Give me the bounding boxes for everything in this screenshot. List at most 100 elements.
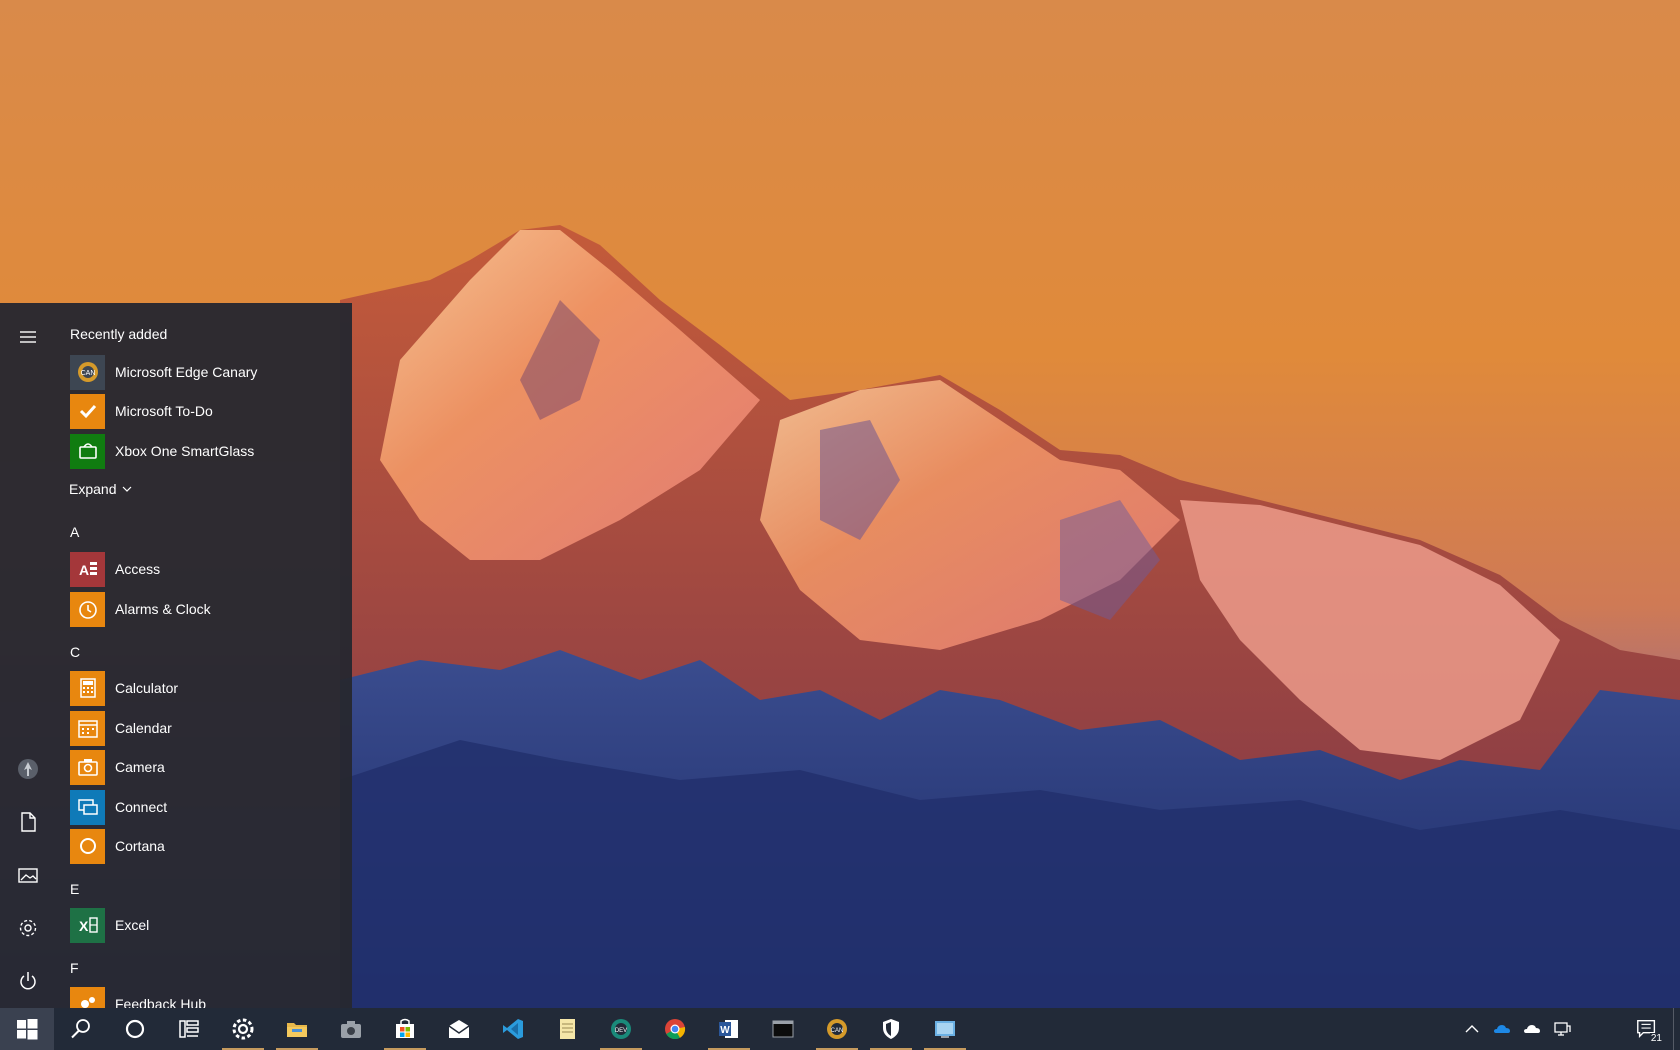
taskbar-word[interactable]: W (702, 1008, 756, 1050)
cortana-icon (70, 828, 105, 864)
taskbar-edge-dev[interactable]: DEV (594, 1008, 648, 1050)
power-icon[interactable] (0, 956, 56, 1006)
svg-text:CAN: CAN (831, 1028, 844, 1034)
app-item-alarms[interactable]: Alarms & Clock (70, 590, 340, 628)
taskbar-notepad[interactable] (540, 1008, 594, 1050)
app-item-connect[interactable]: Connect (70, 788, 340, 826)
camera-icon (70, 749, 105, 785)
recently-added-header: Recently added (70, 326, 168, 342)
alarm-clock-icon (70, 591, 105, 627)
app-label: Camera (115, 759, 165, 775)
letter-header-e[interactable]: E (70, 881, 79, 897)
start-button[interactable] (0, 1008, 54, 1050)
onedrive-personal-icon (1524, 1025, 1540, 1033)
app-label: Excel (115, 917, 150, 933)
svg-text:W: W (720, 1025, 730, 1036)
app-item-camera[interactable]: Camera (70, 748, 340, 786)
excel-icon: X (70, 907, 105, 943)
expand-label: Expand (69, 481, 117, 497)
terminal-icon (772, 1020, 794, 1038)
vs-code-icon (503, 1019, 523, 1039)
taskbar-file-explorer[interactable] (270, 1008, 324, 1050)
start-menu: Recently added CAN Microsoft Edge Canary… (0, 303, 352, 1008)
taskbar-remote-desktop[interactable] (918, 1008, 972, 1050)
search-icon (71, 1019, 90, 1039)
taskbar-vs-code[interactable] (486, 1008, 540, 1050)
edge-canary-icon: CAN (70, 354, 105, 390)
onedrive-personal-tray[interactable] (1517, 1008, 1547, 1050)
app-item-excel[interactable]: X Excel (70, 906, 340, 944)
network-icon (1554, 1022, 1571, 1036)
app-item-smartglass[interactable]: Xbox One SmartGlass (70, 432, 340, 470)
store-icon (396, 1018, 414, 1038)
security-shield-icon (883, 1019, 899, 1039)
start-app-list[interactable]: Recently added CAN Microsoft Edge Canary… (56, 303, 352, 1008)
app-item-edge-canary[interactable]: CAN Microsoft Edge Canary (70, 353, 340, 391)
svg-text:A: A (79, 562, 89, 578)
pictures-icon[interactable] (0, 850, 56, 900)
search-button[interactable] (54, 1008, 108, 1050)
notepad-icon (560, 1019, 575, 1039)
documents-icon[interactable] (0, 797, 56, 847)
app-item-feedback-hub[interactable]: Feedback Hub (70, 985, 340, 1008)
settings-icon[interactable] (0, 903, 56, 953)
action-center-button[interactable]: 21 (1621, 1008, 1673, 1050)
taskbar-edge-canary[interactable]: CAN (810, 1008, 864, 1050)
task-view-icon (179, 1020, 199, 1038)
edge-dev-icon: DEV (611, 1019, 631, 1039)
app-label: Feedback Hub (115, 996, 207, 1008)
taskbar-mail[interactable] (432, 1008, 486, 1050)
todo-check-icon (70, 393, 105, 429)
letter-header-f[interactable]: F (70, 960, 79, 976)
hamburger-icon[interactable] (0, 312, 56, 362)
feedback-hub-icon (70, 986, 105, 1008)
app-label: Alarms & Clock (115, 601, 211, 617)
taskbar-security[interactable] (864, 1008, 918, 1050)
chevron-up-icon (1465, 1025, 1479, 1033)
task-view-button[interactable] (162, 1008, 216, 1050)
cortana-button[interactable] (108, 1008, 162, 1050)
app-label: Cortana (115, 838, 165, 854)
app-label: Access (115, 561, 161, 577)
taskbar: DEV W CAN 21 (0, 1008, 1680, 1050)
app-label: Calculator (115, 680, 179, 696)
chevron-down-icon (123, 486, 132, 492)
taskbar-camera[interactable] (324, 1008, 378, 1050)
edge-canary-icon: CAN (827, 1019, 847, 1039)
app-label: Microsoft Edge Canary (115, 364, 258, 380)
camera-icon (341, 1021, 361, 1038)
mail-icon (448, 1020, 470, 1038)
file-explorer-icon (287, 1023, 307, 1037)
taskbar-store[interactable] (378, 1008, 432, 1050)
chrome-icon (665, 1019, 686, 1040)
app-item-cortana[interactable]: Cortana (70, 827, 340, 865)
letter-header-c[interactable]: C (70, 644, 80, 660)
system-tray: 21 (1457, 1008, 1680, 1050)
app-item-todo[interactable]: Microsoft To-Do (70, 392, 340, 430)
app-item-calendar[interactable]: Calendar (70, 709, 340, 747)
settings-gear-icon (232, 1018, 254, 1040)
start-menu-rail (0, 303, 56, 1008)
app-item-calculator[interactable]: Calculator (70, 669, 340, 707)
app-label: Connect (115, 799, 168, 815)
expand-button[interactable]: Expand (69, 478, 132, 500)
taskbar-terminal[interactable] (756, 1008, 810, 1050)
onedrive-icon (1494, 1025, 1510, 1033)
onedrive-tray[interactable] (1487, 1008, 1517, 1050)
taskbar-settings[interactable] (216, 1008, 270, 1050)
notification-count-badge: 21 (1649, 1033, 1663, 1044)
word-icon: W (719, 1020, 738, 1038)
user-avatar-icon[interactable] (0, 744, 56, 794)
smartglass-icon (70, 433, 105, 469)
remote-desktop-icon (935, 1021, 955, 1038)
network-tray[interactable] (1547, 1008, 1577, 1050)
taskbar-chrome[interactable] (648, 1008, 702, 1050)
letter-header-a[interactable]: A (70, 524, 79, 540)
calculator-icon (70, 670, 105, 706)
show-desktop-button[interactable] (1673, 1008, 1680, 1050)
app-item-access[interactable]: A Access (70, 550, 340, 588)
app-label: Xbox One SmartGlass (115, 443, 255, 459)
show-hidden-icons-button[interactable] (1457, 1008, 1487, 1050)
connect-icon (70, 789, 105, 825)
app-label: Microsoft To-Do (115, 403, 213, 419)
